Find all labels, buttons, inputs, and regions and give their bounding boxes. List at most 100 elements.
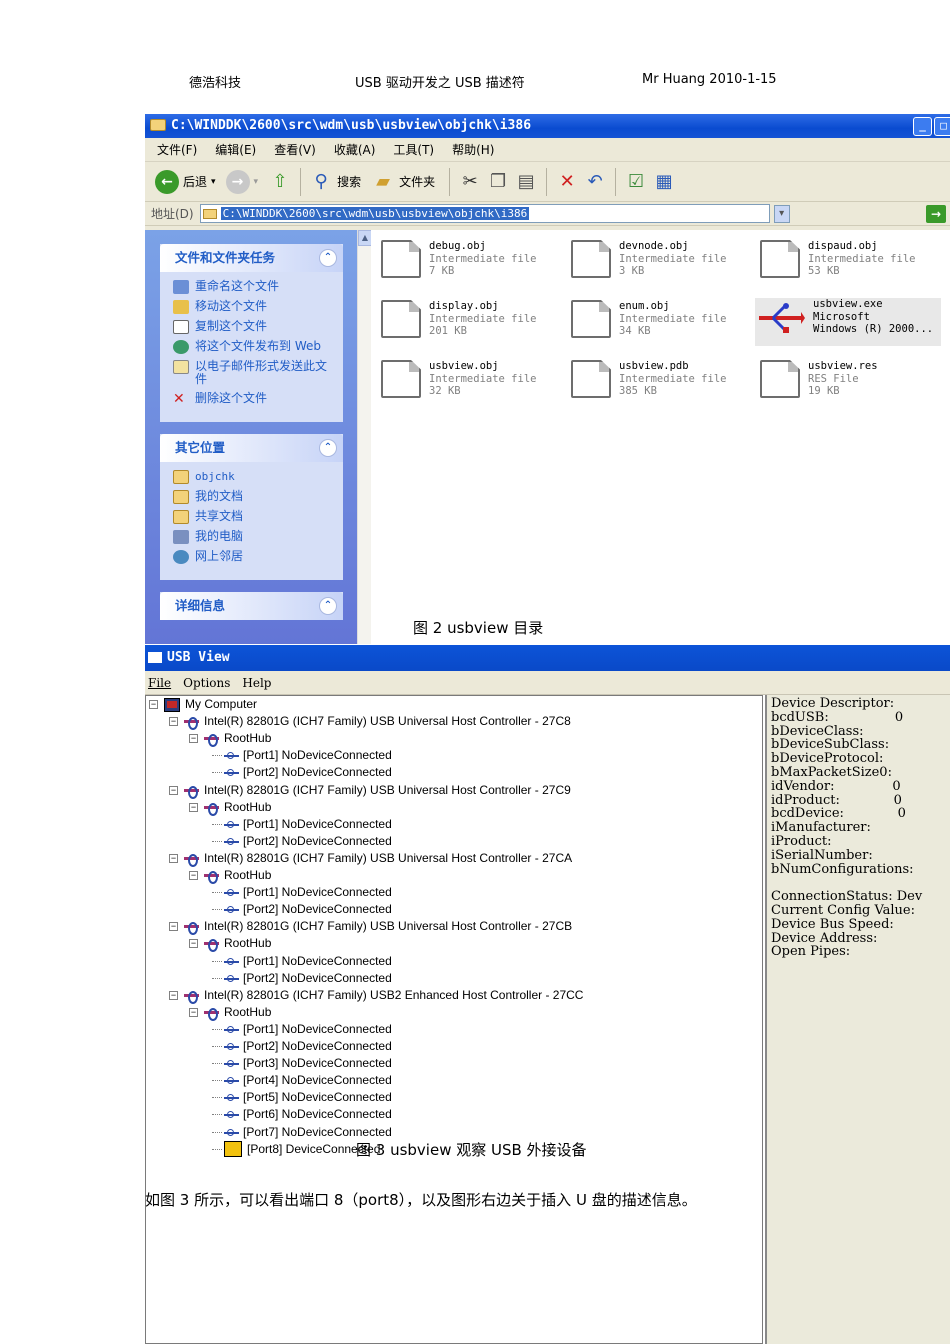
file-item[interactable]: debug.obj Intermediate file 7 KB — [381, 240, 561, 288]
file-item[interactable]: usbview.pdb Intermediate file 385 KB — [571, 360, 751, 408]
tree-node-roothub[interactable]: − RootHub — [189, 1004, 271, 1021]
collapse-icon[interactable]: ⌃ — [319, 597, 337, 615]
collapse-icon[interactable]: ⌃ — [319, 249, 337, 267]
tasks-panel-header[interactable]: 文件和文件夹任务 ⌃ — [160, 244, 343, 272]
collapse-icon[interactable]: − — [169, 922, 178, 932]
tree-node-port[interactable]: [Port1] NoDeviceConnected — [212, 1021, 392, 1038]
details-panel-header[interactable]: 详细信息 ⌃ — [160, 592, 343, 620]
menu-tools[interactable]: 工具(T) — [393, 138, 434, 161]
copy-icon[interactable]: ❐ — [486, 170, 510, 194]
forward-button[interactable]: → ▾ — [225, 169, 258, 194]
tree-node-port[interactable]: [Port1] NoDeviceConnected — [212, 953, 392, 970]
email-icon — [173, 360, 189, 374]
tree-node-host-controller[interactable]: − Intel(R) 82801G (ICH7 Family) USB2 Enha… — [169, 987, 583, 1004]
collapse-icon[interactable]: − — [169, 853, 178, 863]
tree-node-host-controller[interactable]: − Intel(R) 82801G (ICH7 Family) USB Unive… — [169, 850, 572, 867]
tree-node-port[interactable]: [Port2] NoDeviceConnected — [212, 833, 392, 850]
collapse-icon[interactable]: − — [189, 1007, 198, 1017]
collapse-icon[interactable]: − — [189, 802, 198, 812]
place-my-documents[interactable]: 我的文档 — [173, 490, 335, 504]
search-button[interactable]: ⚲ 搜索 — [309, 170, 361, 194]
delete-icon[interactable]: ✕ — [555, 170, 579, 194]
places-panel-header[interactable]: 其它位置 ⌃ — [160, 434, 343, 462]
task-pane-scrollbar[interactable]: ▲ — [357, 230, 372, 644]
place-my-computer[interactable]: 我的电脑 — [173, 530, 335, 544]
paste-icon[interactable]: ▤ — [514, 170, 538, 194]
collapse-icon[interactable]: − — [169, 990, 178, 1000]
file-item-selected[interactable]: usbview.exe Microsoft Windows (R) 2000... — [755, 298, 941, 346]
menu-favorites[interactable]: 收藏(A) — [334, 138, 376, 161]
task-email[interactable]: 以电子邮件形式发送此文件 — [173, 360, 335, 386]
tree-node-label: [Port1] NoDeviceConnected — [243, 748, 392, 763]
tree-connector — [212, 1028, 222, 1030]
usb-hub-icon — [204, 870, 219, 884]
tree-node-port[interactable]: [Port2] NoDeviceConnected — [212, 901, 392, 918]
menu-view[interactable]: 查看(V) — [274, 138, 316, 161]
tree-node-roothub[interactable]: − RootHub — [189, 799, 271, 816]
place-objchk[interactable]: objchk — [173, 470, 335, 484]
tree-node-roothub[interactable]: − RootHub — [189, 935, 271, 953]
menu-help[interactable]: 帮助(H) — [452, 138, 494, 161]
tree-node-port[interactable]: [Port3] NoDeviceConnected — [212, 1055, 392, 1072]
tree-node-roothub[interactable]: − RootHub — [189, 867, 271, 884]
cut-icon[interactable]: ✂ — [458, 170, 482, 194]
file-item[interactable]: enum.obj Intermediate file 34 KB — [571, 300, 751, 348]
file-size: 53 KB — [808, 265, 840, 277]
tree-node-host-controller[interactable]: − Intel(R) 82801G (ICH7 Family) USB Unive… — [169, 713, 571, 731]
tree-node-port[interactable]: [Port1] NoDeviceConnected — [212, 816, 392, 833]
collapse-icon[interactable]: − — [169, 717, 178, 727]
back-button[interactable]: ← 后退 ▾ — [155, 169, 216, 194]
views-icon[interactable]: ▦ — [652, 170, 676, 194]
place-network[interactable]: 网上邻居 — [173, 550, 335, 564]
properties-icon[interactable]: ☑ — [624, 170, 648, 194]
task-rename[interactable]: 重命名这个文件 — [173, 280, 335, 294]
file-item[interactable]: usbview.obj Intermediate file 32 KB — [381, 360, 561, 408]
collapse-icon[interactable]: − — [169, 785, 178, 795]
tree-node-port[interactable]: [Port7] NoDeviceConnected — [212, 1124, 392, 1141]
tree-node-port[interactable]: [Port1] NoDeviceConnected — [212, 747, 392, 764]
usb-device-tree[interactable]: − My Computer − Intel(R) 82801G (ICH7 Fam… — [145, 695, 763, 1344]
menu-file[interactable]: 文件(F) — [157, 138, 197, 161]
file-item[interactable]: display.obj Intermediate file 201 KB — [381, 300, 561, 348]
collapse-icon[interactable]: ⌃ — [319, 439, 337, 457]
task-delete[interactable]: ✕ 删除这个文件 — [173, 392, 335, 407]
usb-port-icon — [224, 904, 239, 915]
task-copy[interactable]: 复制这个文件 — [173, 320, 335, 334]
collapse-icon[interactable]: − — [189, 734, 198, 744]
tree-node-roothub[interactable]: − RootHub — [189, 730, 271, 748]
tree-node-port[interactable]: [Port2] NoDeviceConnected — [212, 1038, 392, 1055]
file-item[interactable]: devnode.obj Intermediate file 3 KB — [571, 240, 751, 288]
collapse-icon[interactable]: − — [149, 700, 158, 709]
place-shared-documents[interactable]: 共享文档 — [173, 510, 335, 524]
tree-node-port[interactable]: [Port1] NoDeviceConnected — [212, 884, 392, 901]
task-move[interactable]: 移动这个文件 — [173, 300, 335, 314]
up-folder-icon[interactable]: ⇧ — [268, 170, 292, 194]
go-button[interactable]: → — [926, 204, 946, 223]
menu-help[interactable]: Help — [242, 671, 271, 694]
tree-node-my-computer[interactable]: − My Computer — [149, 696, 257, 713]
address-dropdown-icon[interactable]: ▾ — [773, 204, 790, 223]
maximize-button[interactable]: □ — [934, 117, 950, 136]
tree-node-port[interactable]: [Port2] NoDeviceConnected — [212, 764, 392, 781]
minimize-button[interactable]: _ — [913, 117, 932, 136]
collapse-icon[interactable]: − — [189, 871, 198, 880]
address-input[interactable]: C:\WINDDK\2600\src\wdm\usb\usbview\objch… — [199, 204, 770, 223]
scroll-up-icon[interactable]: ▲ — [358, 230, 372, 246]
undo-icon[interactable]: ↶ — [583, 170, 607, 194]
shared-folder-icon — [173, 510, 189, 524]
task-publish[interactable]: 将这个文件发布到 Web — [173, 340, 335, 354]
file-item[interactable]: dispaud.obj Intermediate file 53 KB — [760, 240, 940, 288]
folders-button[interactable]: ▰ 文件夹 — [371, 170, 435, 194]
file-item[interactable]: usbview.res RES File 19 KB — [760, 360, 940, 408]
menu-options[interactable]: Options — [183, 671, 230, 694]
tree-node-port[interactable]: [Port4] NoDeviceConnected — [212, 1072, 392, 1089]
collapse-icon[interactable]: − — [189, 939, 198, 949]
menu-file[interactable]: File — [148, 671, 171, 694]
tree-node-host-controller[interactable]: − Intel(R) 82801G (ICH7 Family) USB Unive… — [169, 918, 572, 936]
tree-node-port[interactable]: [Port5] NoDeviceConnected — [212, 1089, 392, 1106]
tree-node-port[interactable]: [Port2] NoDeviceConnected — [212, 970, 392, 987]
menu-edit[interactable]: 编辑(E) — [215, 138, 256, 161]
tree-node-port[interactable]: [Port6] NoDeviceConnected — [212, 1106, 392, 1123]
details-panel-title: 详细信息 — [175, 598, 226, 613]
tree-node-host-controller[interactable]: − Intel(R) 82801G (ICH7 Family) USB Unive… — [169, 782, 571, 799]
